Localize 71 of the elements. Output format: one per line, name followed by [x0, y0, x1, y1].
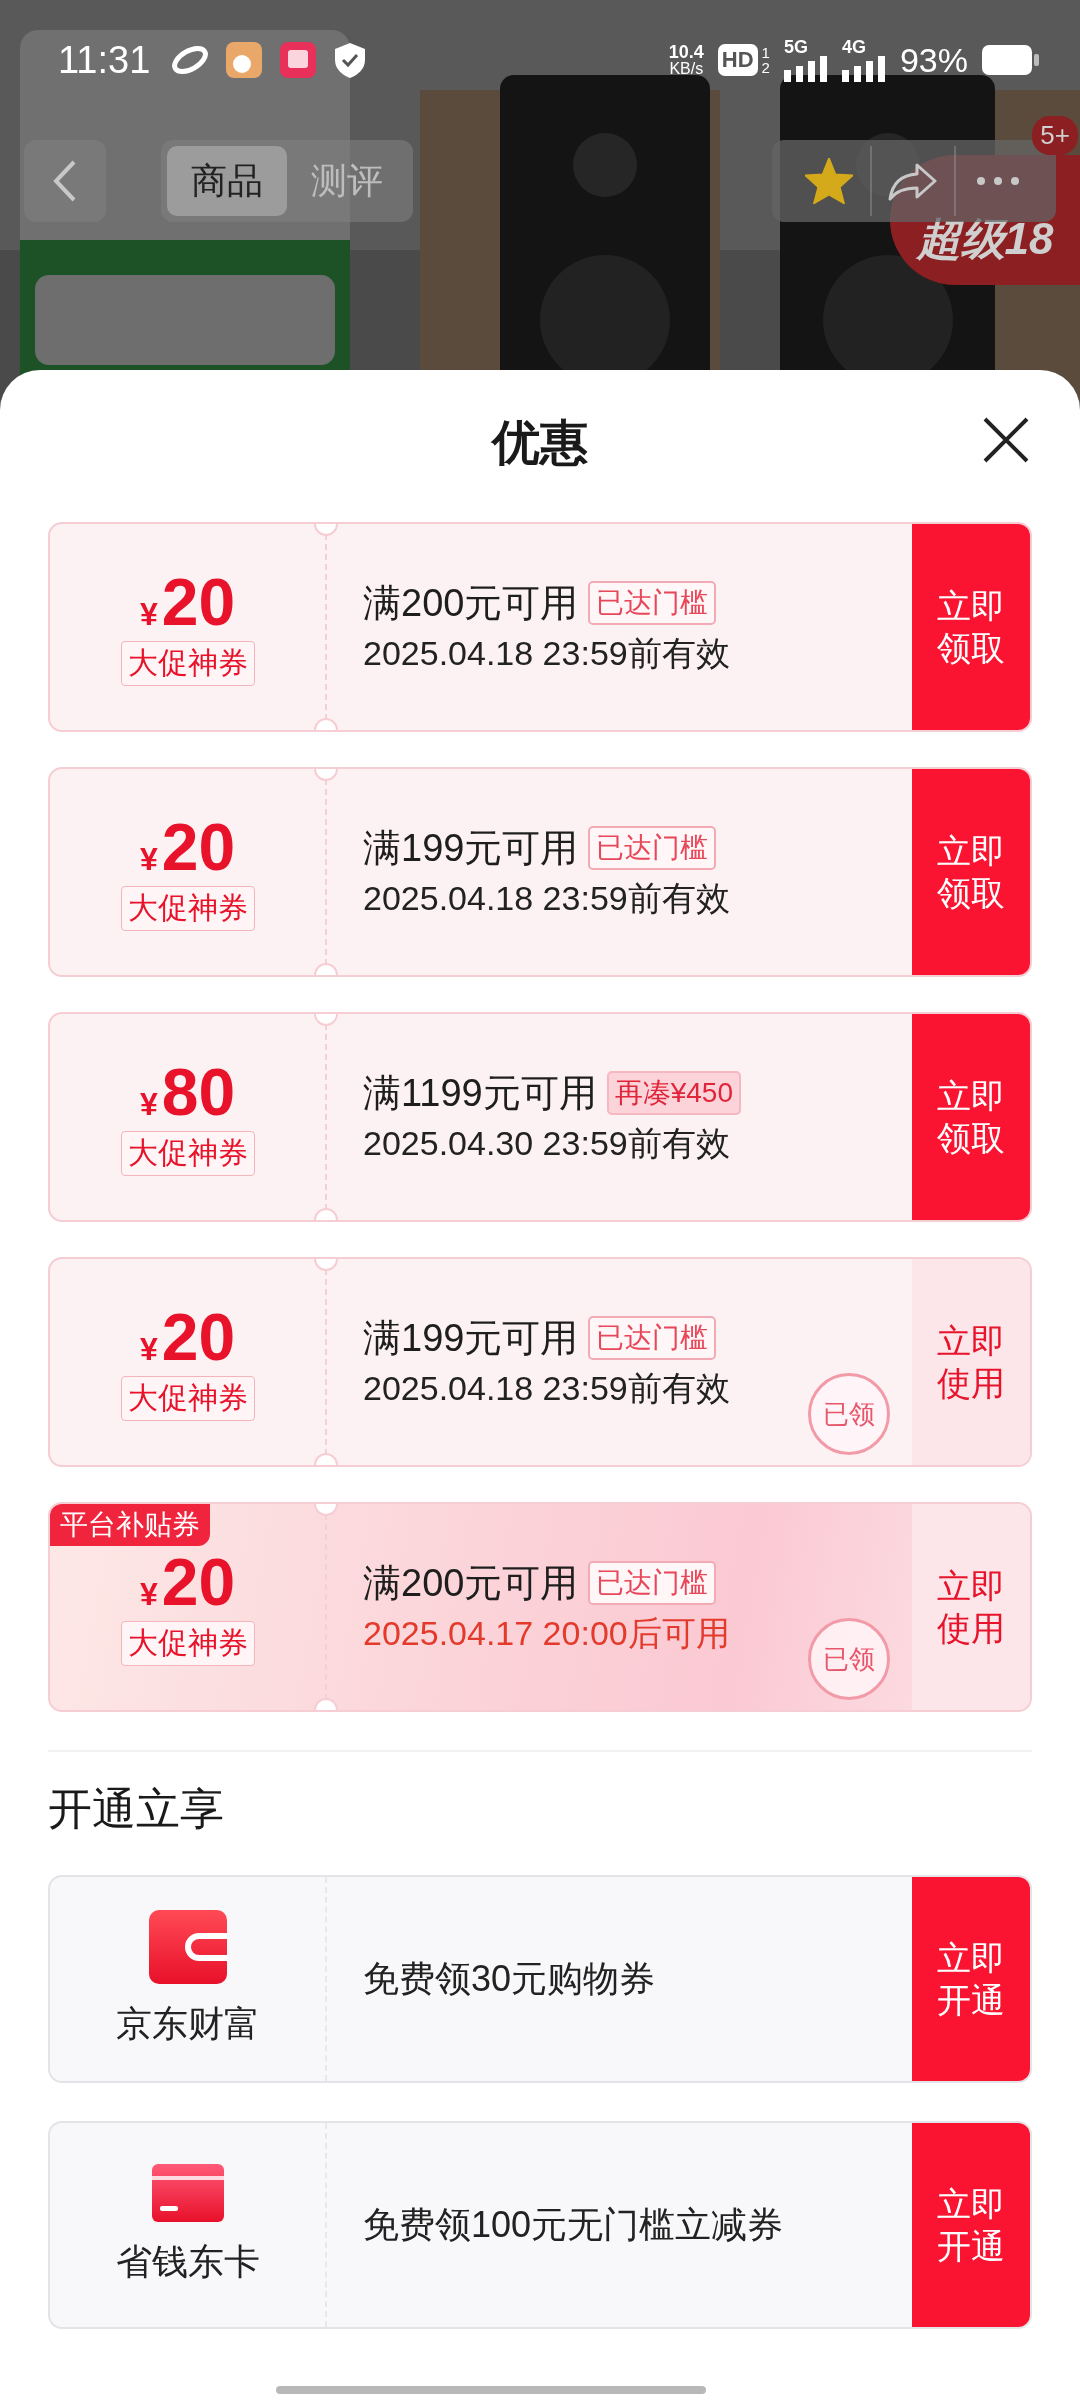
- network-speed: 10.4: [668, 43, 704, 61]
- sim-number: 2: [761, 60, 770, 75]
- back-button[interactable]: [24, 140, 106, 222]
- coupon-type: 大促神券: [120, 1620, 255, 1666]
- coupon-type: 大促神券: [120, 640, 255, 686]
- status-tag: 已达门槛: [588, 1561, 717, 1605]
- currency-sign: ¥: [139, 1330, 158, 1368]
- claimed-stamp: 已领: [808, 1618, 890, 1700]
- status-tag: 已达门槛: [588, 826, 717, 870]
- validity-date: 2025.04.18 23:59前有效: [363, 632, 731, 674]
- speed-unit: KB/s: [669, 61, 704, 77]
- wallet-icon: [148, 1909, 227, 1984]
- service-description: 免费领30元购物券: [363, 1956, 656, 2001]
- claimed-stamp: 已领: [808, 1373, 890, 1455]
- coupon-condition: 满200元可用: [363, 1560, 579, 1606]
- section-title: 开通立享: [48, 1783, 225, 1835]
- coupon-condition: 满1199元可用: [363, 1070, 597, 1116]
- tab[interactable]: 商品: [167, 146, 287, 216]
- network-type: 4G: [841, 38, 866, 56]
- coupon-type: 大促神券: [120, 1375, 255, 1421]
- validity-date: 2025.04.18 23:59前有效: [363, 877, 731, 919]
- coupon-type: 大促神券: [120, 1130, 255, 1176]
- coupon-condition: 满199元可用: [363, 1315, 579, 1361]
- coupon-amount: 20: [161, 813, 236, 880]
- coupon-condition: 满200元可用: [363, 580, 579, 626]
- battery-icon: [982, 45, 1040, 75]
- more-icon: [976, 176, 1020, 186]
- battery-level: 93%: [899, 40, 968, 80]
- coupon-amount: 20: [161, 1548, 236, 1615]
- claim-button[interactable]: 立即领取: [912, 524, 1030, 730]
- service-name: 省钱东卡: [115, 2239, 260, 2284]
- signal-icon: [783, 56, 828, 82]
- validity-date: 2025.04.17 20:00后可用: [363, 1612, 731, 1654]
- currency-sign: ¥: [139, 1085, 158, 1123]
- corner-tag: 平台补贴券: [50, 1504, 210, 1546]
- coupon-type: 大促神券: [120, 885, 255, 931]
- currency-sign: ¥: [139, 1575, 158, 1613]
- service-name: 京东财富: [115, 2001, 260, 2046]
- app-icon: [278, 40, 319, 80]
- currency-sign: ¥: [139, 595, 158, 633]
- clock: 11:31: [58, 38, 151, 82]
- activate-button[interactable]: 立即开通: [912, 1877, 1030, 2081]
- claim-button[interactable]: 立即领取: [912, 769, 1030, 975]
- coupon-amount: 20: [161, 568, 236, 635]
- sim-number: 1: [761, 45, 770, 60]
- signal-icon: [841, 56, 886, 82]
- activate-button[interactable]: 立即开通: [912, 2123, 1030, 2327]
- close-button[interactable]: [982, 416, 1030, 464]
- card-icon: [151, 2163, 224, 2222]
- hd-badge: HD: [717, 44, 758, 76]
- validity-date: 2025.04.18 23:59前有效: [363, 1367, 731, 1409]
- coupon-amount: 80: [161, 1058, 236, 1125]
- use-button[interactable]: 立即使用: [912, 1504, 1030, 1710]
- network-type: 5G: [783, 38, 808, 56]
- back-icon: [52, 159, 78, 203]
- validity-date: 2025.04.30 23:59前有效: [363, 1122, 731, 1164]
- coupon-amount: 20: [161, 1303, 236, 1370]
- tab[interactable]: 测评: [287, 146, 407, 216]
- currency-sign: ¥: [139, 840, 158, 878]
- app-icon: [224, 40, 265, 80]
- close-icon: [982, 416, 1030, 464]
- status-tag: 已达门槛: [588, 1316, 717, 1360]
- service-description: 免费领100元无门槛立减券: [363, 2202, 784, 2247]
- share-icon: [887, 161, 939, 201]
- coupon-condition: 满199元可用: [363, 825, 579, 871]
- status-tag: 再凑¥450: [606, 1071, 741, 1115]
- status-tag: 已达门槛: [588, 581, 717, 625]
- use-button[interactable]: 立即使用: [912, 1259, 1030, 1465]
- claim-button[interactable]: 立即领取: [912, 1014, 1030, 1220]
- count-badge: 5+: [1032, 116, 1078, 155]
- sheet-title: 优惠: [492, 415, 588, 471]
